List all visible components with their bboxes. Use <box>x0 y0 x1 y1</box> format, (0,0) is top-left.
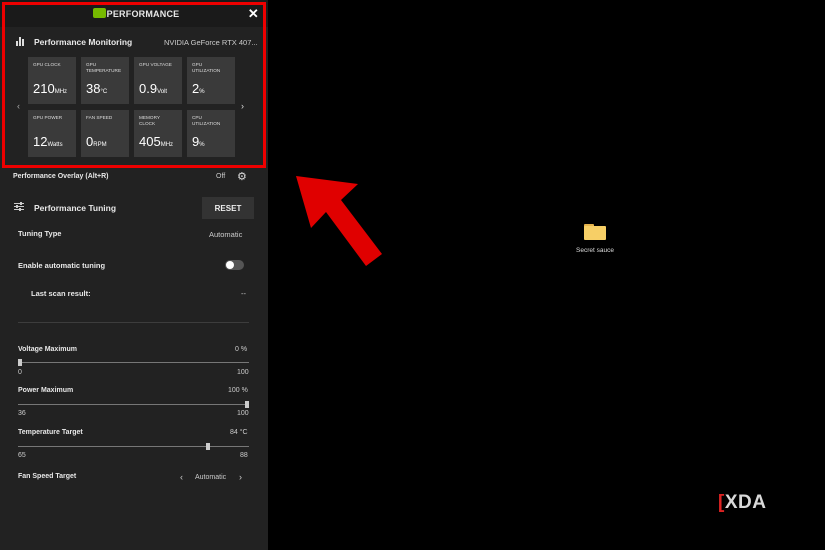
voltage-max: 100 <box>237 369 249 376</box>
temperature-target-slider[interactable] <box>18 446 249 447</box>
voltage-maximum-thumb[interactable] <box>18 359 22 366</box>
metric-label: FAN SPEED <box>86 115 113 120</box>
auto-tuning-label: Enable automatic tuning <box>18 261 106 270</box>
metric-label: MEMORY CLOCK <box>139 115 160 126</box>
metric-value: 210MHz <box>33 81 68 96</box>
temperature-target-label: Temperature Target <box>18 429 83 436</box>
metric-label: GPU CLOCK <box>33 62 61 67</box>
metric-value: 0.9Volt <box>139 81 168 96</box>
prev-page-icon[interactable]: ‹ <box>17 101 20 111</box>
metric-tile-gpu-utilization: GPU UTILIZATION 2% <box>187 57 235 104</box>
temperature-min: 65 <box>18 452 26 459</box>
temperature-target-value: 84 °C <box>230 429 248 436</box>
voltage-min: 0 <box>18 369 22 376</box>
voltage-maximum-label: Voltage Maximum <box>18 346 77 353</box>
tuning-type-value[interactable]: Automatic <box>209 230 242 239</box>
metric-label: GPU POWER <box>33 115 63 120</box>
folder-label[interactable]: Secret sauce <box>560 247 630 254</box>
voltage-maximum-value: 0 % <box>235 346 248 353</box>
gpu-name[interactable]: NVIDIA GeForce RTX 407... <box>164 38 258 47</box>
metric-value: 12Watts <box>33 134 63 149</box>
fan-prev-icon[interactable]: ‹ <box>180 472 183 482</box>
panel-header: PERFORMANCE ✕ <box>0 0 268 27</box>
overlay-state[interactable]: Off <box>216 173 225 180</box>
metric-value: 9% <box>192 134 205 149</box>
power-maximum-slider[interactable] <box>18 404 249 405</box>
metric-tile-gpu-temperature: GPU TEMPERATURE 38°C <box>81 57 129 104</box>
bar-chart-icon <box>16 37 25 46</box>
power-max: 100 <box>237 410 249 417</box>
power-maximum-label: Power Maximum <box>18 387 74 394</box>
metric-value: 405MHz <box>139 134 174 149</box>
metric-value: 2% <box>192 81 205 96</box>
performance-tuning-title: Performance Tuning <box>34 203 117 213</box>
tuning-type-label: Tuning Type <box>18 229 62 238</box>
performance-monitoring-header: Performance Monitoring NVIDIA GeForce RT… <box>0 27 268 55</box>
last-scan-value: -- <box>241 289 246 298</box>
temperature-target-thumb[interactable] <box>206 443 211 450</box>
metric-tile-gpu-power: GPU POWER 12Watts <box>28 110 76 157</box>
power-min: 36 <box>18 410 26 417</box>
metric-label: GPU VOLTAGE <box>139 62 172 67</box>
metric-tile-gpu-voltage: GPU VOLTAGE 0.9Volt <box>134 57 182 104</box>
metric-label: GPU UTILIZATION <box>192 62 221 73</box>
metric-tile-gpu-clock: GPU CLOCK 210MHz <box>28 57 76 104</box>
metric-label: CPU UTILIZATION <box>192 115 221 126</box>
metric-tile-memory-clock: MEMORY CLOCK 405MHz <box>134 110 182 157</box>
gear-icon[interactable]: ⚙ <box>237 170 247 183</box>
xda-watermark: [XDA <box>718 492 767 513</box>
panel-title: PERFORMANCE <box>106 8 180 19</box>
folder-icon[interactable] <box>584 224 606 240</box>
nvidia-logo-icon <box>93 8 106 18</box>
sliders-icon <box>14 202 24 211</box>
performance-monitoring-title: Performance Monitoring <box>34 37 133 47</box>
auto-tuning-toggle[interactable] <box>225 260 244 270</box>
metric-value: 38°C <box>86 81 108 96</box>
metric-tile-fan-speed: FAN SPEED 0RPM <box>81 110 129 157</box>
metric-label: GPU TEMPERATURE <box>86 62 122 73</box>
voltage-maximum-slider[interactable] <box>18 362 249 363</box>
power-maximum-thumb[interactable] <box>245 401 249 408</box>
reset-button[interactable]: RESET <box>202 197 254 219</box>
temperature-max: 88 <box>240 452 248 459</box>
metric-tile-cpu-utilization: CPU UTILIZATION 9% <box>187 110 235 157</box>
last-scan-label: Last scan result: <box>31 289 91 298</box>
overlay-label: Performance Overlay (Alt+R) <box>13 173 109 180</box>
fan-speed-target-value: Automatic <box>195 474 227 481</box>
fan-speed-target-label: Fan Speed Target <box>18 473 77 480</box>
fan-next-icon[interactable]: › <box>239 472 242 482</box>
performance-panel: PERFORMANCE ✕ Performance Monitoring NVI… <box>0 0 268 550</box>
close-icon[interactable]: ✕ <box>248 6 259 22</box>
metric-value: 0RPM <box>86 134 107 149</box>
divider <box>18 322 249 323</box>
next-page-icon[interactable]: › <box>241 101 244 111</box>
power-maximum-value: 100 % <box>228 387 248 394</box>
